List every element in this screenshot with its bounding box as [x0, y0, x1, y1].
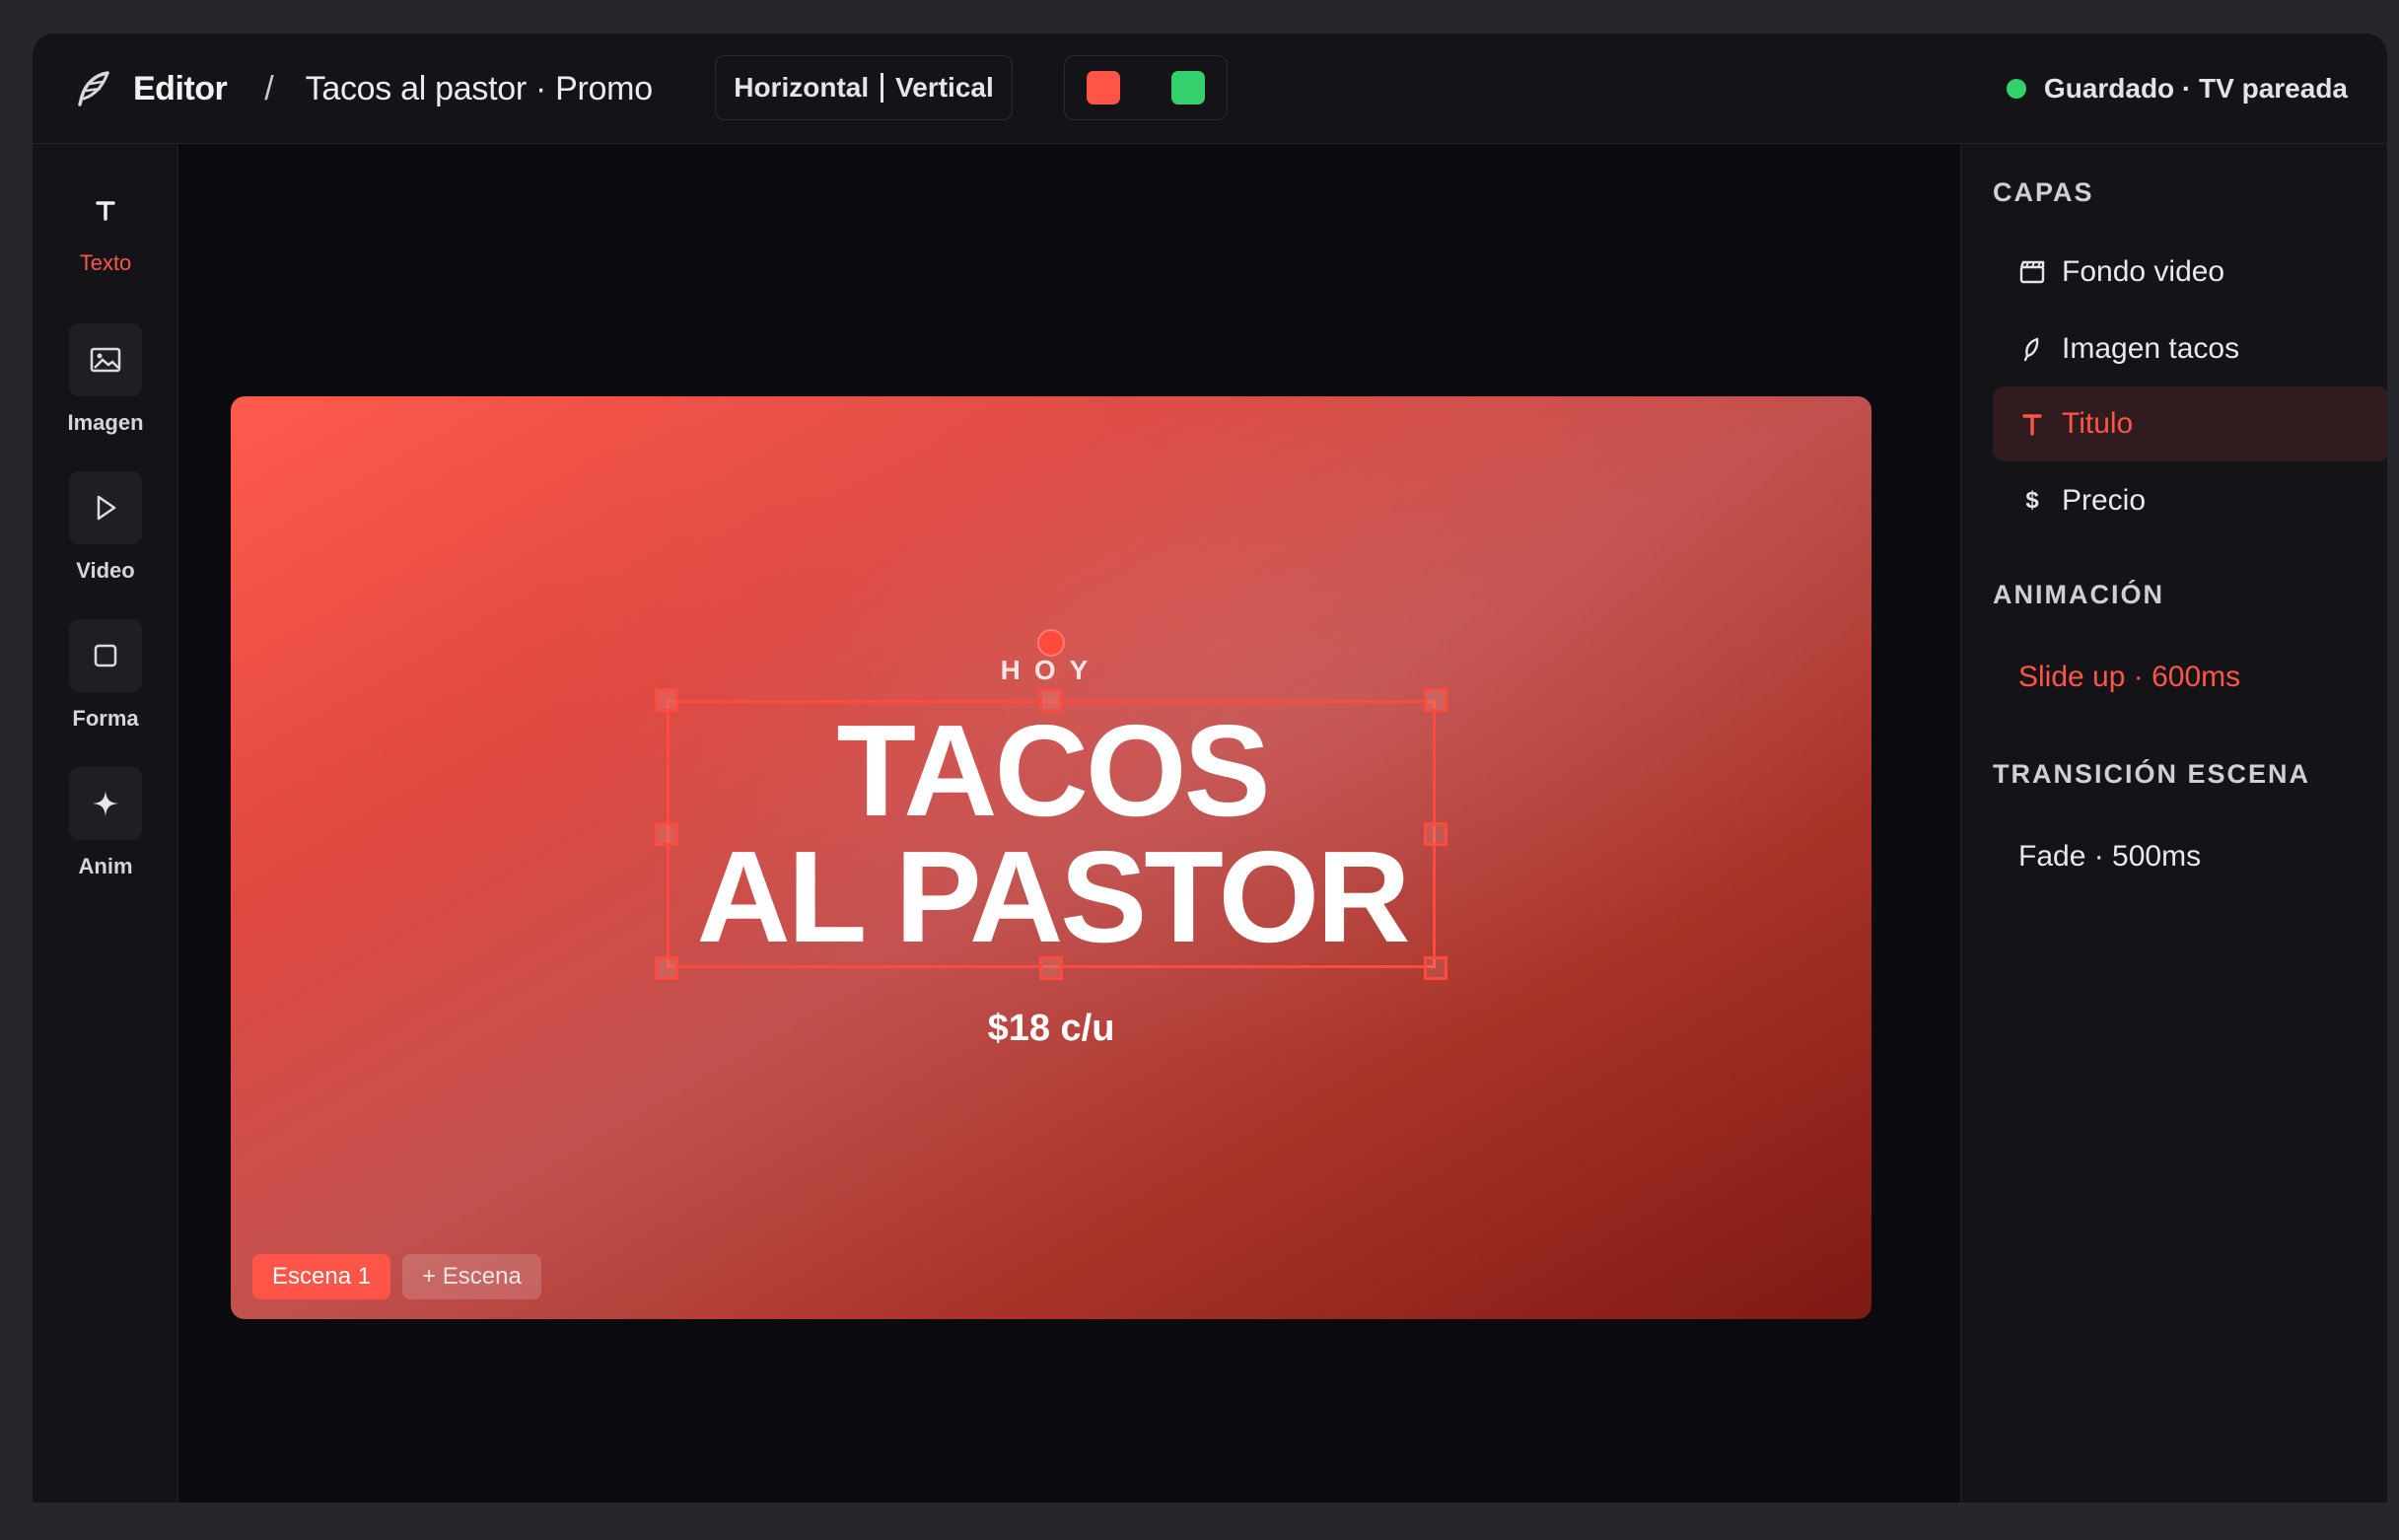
resize-handle-top[interactable]: [1039, 688, 1063, 712]
tool-shape[interactable]: Forma: [33, 619, 178, 732]
tool-sidebar: Texto Imagen Video Forma Anim: [33, 144, 178, 1503]
breadcrumb-separator: /: [264, 69, 274, 107]
layer-imagen-tacos[interactable]: Imagen tacos: [1993, 312, 2387, 386]
resize-handle-left[interactable]: [655, 822, 678, 846]
resize-handle-bottom-right[interactable]: [1424, 956, 1447, 980]
resize-handle-top-right[interactable]: [1424, 688, 1447, 712]
status-dot-icon: [2006, 79, 2026, 99]
layers-title: CAPAS: [1993, 177, 2094, 207]
editor-window: Editor / Tacos al pastor · Promo Horizon…: [33, 34, 2387, 1503]
image-icon: [69, 323, 142, 396]
kicker-text[interactable]: HOY: [231, 655, 1871, 686]
tool-anim-label: Anim: [78, 854, 133, 878]
sparkle-icon: [69, 767, 142, 840]
leaf-icon: [2018, 335, 2046, 363]
properties-panel: CAPAS Fondo video Imagen tacos Titulo $ …: [1960, 144, 2387, 1503]
tool-video-label: Video: [76, 558, 135, 583]
color-swatches: [1064, 55, 1228, 120]
animation-value[interactable]: Slide up · 600ms: [2018, 661, 2240, 694]
resize-handle-top-left[interactable]: [655, 688, 678, 712]
tool-image[interactable]: Imagen: [33, 323, 178, 436]
transition-title: TRANSICIÓN ESCENA: [1993, 759, 2311, 789]
text-icon: [69, 174, 142, 246]
app-frame: Editor / Tacos al pastor · Promo Horizon…: [0, 0, 2399, 1540]
resize-handle-bottom[interactable]: [1039, 956, 1063, 980]
orientation-toggle: Horizontal Vertical: [715, 55, 1013, 120]
scene-tab-1[interactable]: Escena 1: [252, 1254, 391, 1299]
swatch-green[interactable]: [1171, 71, 1205, 105]
dollar-icon: $: [2025, 487, 2039, 514]
canvas-area[interactable]: HOY TACOS AL PASTOR $18 c/u Escena 1 + E…: [179, 144, 1959, 1503]
layer-label: Fondo video: [2062, 255, 2225, 288]
play-icon: [69, 471, 142, 544]
layer-precio[interactable]: $ Precio: [1993, 463, 2387, 538]
project-name[interactable]: Tacos al pastor · Promo: [306, 70, 653, 108]
slide-preview[interactable]: HOY TACOS AL PASTOR $18 c/u Escena 1 + E…: [231, 396, 1871, 1319]
animation-title: ANIMACIÓN: [1993, 580, 2164, 609]
app-title[interactable]: Editor: [133, 70, 228, 108]
save-status: Guardado · TV pareada: [2006, 67, 2348, 110]
status-text: Guardado · TV pareada: [2043, 73, 2348, 104]
tool-shape-label: Forma: [72, 706, 139, 731]
breadcrumb: Editor / Tacos al pastor · Promo: [72, 67, 653, 110]
tool-video[interactable]: Video: [33, 471, 178, 584]
feather-icon: [72, 67, 115, 110]
clapperboard-icon: [2018, 258, 2046, 286]
tool-anim[interactable]: Anim: [33, 767, 178, 879]
square-icon: [69, 619, 142, 692]
transition-value[interactable]: Fade · 500ms: [2018, 840, 2201, 874]
layer-label: Imagen tacos: [2062, 332, 2240, 365]
horizontal-option[interactable]: Horizontal: [734, 72, 869, 104]
top-bar: Editor / Tacos al pastor · Promo Horizon…: [33, 34, 2387, 144]
text-icon: [2018, 410, 2046, 438]
tool-image-label: Imagen: [67, 410, 144, 435]
add-scene-button[interactable]: + Escena: [402, 1254, 541, 1299]
price-text[interactable]: $18 c/u: [231, 1008, 1871, 1050]
layer-label: Precio: [2062, 484, 2147, 517]
swatch-red[interactable]: [1087, 71, 1120, 105]
layer-titulo[interactable]: Titulo: [1993, 386, 2387, 461]
scene-tabs: Escena 1 + Escena: [252, 1254, 541, 1299]
layer-label: Titulo: [2062, 407, 2134, 440]
selection-box[interactable]: [667, 700, 1436, 968]
vertical-option[interactable]: Vertical: [895, 72, 994, 104]
layer-fondo-video[interactable]: Fondo video: [1993, 235, 2387, 310]
tool-text[interactable]: Texto: [33, 174, 178, 276]
tool-text-label: Texto: [79, 250, 132, 275]
resize-handle-bottom-left[interactable]: [655, 956, 678, 980]
rotate-handle[interactable]: [1037, 629, 1065, 657]
resize-handle-right[interactable]: [1424, 822, 1447, 846]
orientation-divider: [881, 73, 884, 103]
